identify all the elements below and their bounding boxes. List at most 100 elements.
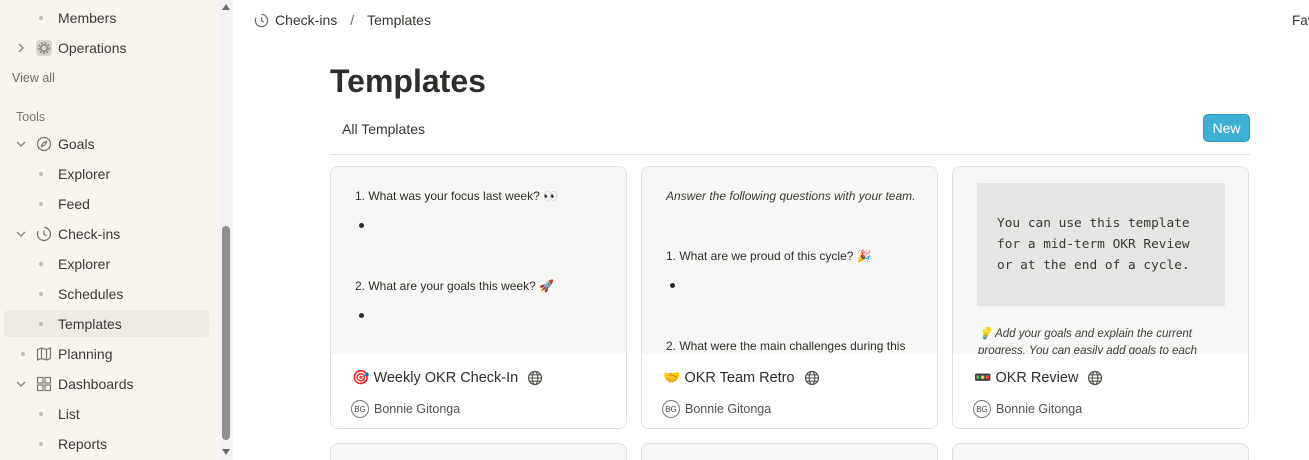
sidebar-item-goals[interactable]: Goals	[4, 130, 209, 157]
template-title[interactable]: 🎯 Weekly OKR Check-In	[352, 369, 543, 386]
template-author: BG Bonnie Gitonga	[973, 400, 1082, 418]
sidebar-item-label: Dashboards	[58, 375, 134, 392]
preview-question: 1. What was your focus last week? 👀	[355, 189, 559, 203]
preview-tip: 💡 Add your goals and explain the current…	[978, 328, 1198, 354]
template-author: BG Bonnie Gitonga	[662, 400, 771, 418]
sidebar-item-label: List	[58, 405, 80, 422]
sidebar-item-checkins-explorer[interactable]: Explorer	[4, 250, 209, 277]
template-title[interactable]: 🚥 OKR Review	[974, 369, 1103, 386]
avatar: BG	[662, 400, 680, 418]
scroll-up-arrow-icon[interactable]	[222, 4, 230, 10]
traffic-light-icon: 🚥	[974, 369, 992, 385]
template-card-partial[interactable]	[952, 443, 1249, 460]
author-name: Bonnie Gitonga	[996, 402, 1083, 416]
page-title: Templates	[330, 63, 486, 99]
map-icon	[36, 346, 52, 361]
globe-icon	[528, 370, 543, 385]
sidebar-item-dashboards[interactable]: Dashboards	[4, 370, 209, 397]
sidebar-item-label: Members	[58, 9, 117, 26]
breadcrumb: Check-ins / Templates	[254, 12, 431, 28]
avatar: BG	[351, 400, 369, 418]
template-card-footer: 🎯 Weekly OKR Check-In BG Bonnie Gitonga	[331, 354, 626, 428]
template-title-text: OKR Review	[995, 369, 1079, 386]
sidebar-item-list[interactable]: List	[4, 400, 209, 427]
chevron-down-icon[interactable]	[16, 139, 26, 149]
sidebar-item-label: Explorer	[58, 165, 111, 182]
sidebar-item-schedules[interactable]: Schedules	[4, 280, 209, 307]
view-all-link[interactable]: View all	[12, 71, 55, 85]
preview-code-text: You can use this template for a mid-term…	[997, 216, 1190, 273]
bullet-icon	[39, 201, 43, 206]
bullet-icon	[39, 441, 43, 446]
breadcrumb-templates[interactable]: Templates	[367, 12, 431, 28]
sidebar-item-check-ins[interactable]: Check-ins	[4, 220, 209, 247]
bullet-icon	[39, 261, 43, 266]
sidebar-item-label: Schedules	[58, 285, 124, 302]
template-card-weekly-okr-check-in[interactable]: 1. What was your focus last week? 👀 2. W…	[330, 166, 627, 429]
sidebar-item-label: Check-ins	[58, 225, 121, 242]
template-card-okr-review[interactable]: You can use this template for a mid-term…	[952, 166, 1249, 429]
preview-question: 2. What are your goals this week? 🚀	[355, 279, 555, 293]
author-name: Bonnie Gitonga	[374, 402, 461, 416]
sidebar-item-label: Goals	[58, 135, 95, 152]
preview-intro: Answer the following questions with your…	[666, 189, 916, 203]
compass-icon	[36, 136, 52, 151]
scrollbar-thumb[interactable]	[222, 226, 230, 440]
sidebar-item-label: Feed	[58, 195, 90, 212]
breadcrumb-check-ins[interactable]: Check-ins	[275, 12, 337, 28]
template-card-footer: 🤝 OKR Team Retro BG Bonnie Gitonga	[642, 354, 937, 428]
author-name: Bonnie Gitonga	[685, 402, 772, 416]
sidebar-item-label: Templates	[58, 315, 122, 332]
sidebar-item-goals-explorer[interactable]: Explorer	[4, 160, 209, 187]
preview-code-block: You can use this template for a mid-term…	[977, 183, 1225, 306]
sidebar-item-members[interactable]: Members	[4, 4, 209, 31]
template-card-okr-team-retro[interactable]: Answer the following questions with your…	[641, 166, 938, 429]
tab-all-templates[interactable]: All Templates	[342, 121, 425, 137]
chevron-down-icon[interactable]	[16, 379, 26, 389]
bullet-icon	[359, 313, 364, 318]
template-card-footer: 🚥 OKR Review BG Bonnie Gitonga	[953, 354, 1248, 428]
globe-icon	[1088, 370, 1103, 385]
sidebar-item-reports[interactable]: Reports	[4, 430, 209, 457]
template-card-partial[interactable]	[641, 443, 938, 460]
template-title[interactable]: 🤝 OKR Team Retro	[663, 369, 820, 386]
template-title-text: Weekly OKR Check-In	[373, 369, 519, 386]
sidebar-item-templates[interactable]: Templates	[4, 310, 209, 337]
bullet-icon	[39, 411, 43, 416]
sidebar-item-operations[interactable]: Operations	[4, 34, 209, 61]
handshake-icon: 🤝	[663, 369, 681, 385]
template-tabs: All Templates New	[330, 112, 1250, 155]
bullet-icon	[21, 351, 25, 356]
scroll-down-arrow-icon[interactable]	[222, 449, 230, 455]
favorite-button[interactable]: Fav	[1292, 13, 1309, 28]
bullet-icon	[39, 15, 43, 20]
template-preview: 1. What was your focus last week? 👀 2. W…	[331, 167, 626, 354]
chevron-right-icon[interactable]	[16, 43, 26, 53]
template-card-partial[interactable]	[330, 443, 627, 460]
sidebar-item-feed[interactable]: Feed	[4, 190, 209, 217]
bullet-icon	[39, 171, 43, 176]
breadcrumb-separator: /	[350, 12, 355, 28]
chevron-down-icon[interactable]	[16, 229, 26, 239]
bullet-icon	[670, 283, 675, 288]
preview-question: 1. What are we proud of this cycle? 🎉	[666, 249, 872, 263]
sidebar-item-label: Reports	[58, 435, 108, 452]
avatar: BG	[973, 400, 991, 418]
template-preview: You can use this template for a mid-term…	[953, 167, 1248, 354]
sidebar-item-label: Operations	[58, 39, 127, 56]
preview-question: 2. What were the main challenges during …	[666, 339, 906, 353]
new-template-button[interactable]: New	[1203, 114, 1250, 142]
sidebar-scrollbar[interactable]	[219, 0, 233, 460]
globe-icon	[804, 370, 819, 385]
sidebar-item-label: Explorer	[58, 255, 111, 272]
bullet-icon	[39, 321, 43, 326]
bullet-icon	[359, 223, 364, 228]
sidebar-item-planning[interactable]: Planning	[4, 340, 209, 367]
grid-icon	[36, 376, 52, 391]
target-icon: 🎯	[352, 369, 370, 385]
tools-section-title: Tools	[16, 110, 46, 124]
template-author: BG Bonnie Gitonga	[351, 400, 460, 418]
clock-icon	[36, 226, 52, 241]
sidebar-item-label: Planning	[58, 345, 113, 362]
template-preview: Answer the following questions with your…	[642, 167, 937, 354]
